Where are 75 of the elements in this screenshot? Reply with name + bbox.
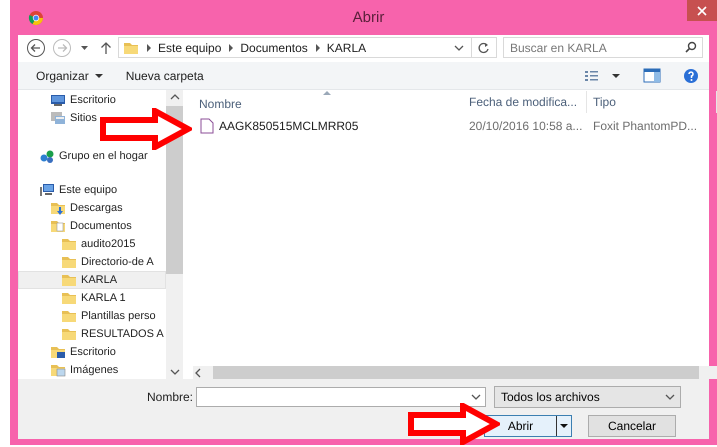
table-cell-text: 20/10/2016 10:58 a... [468, 119, 584, 133]
folder-icon [61, 236, 77, 252]
sidebar-item[interactable]: Documentos [18, 217, 133, 235]
scroll-down-icon [168, 367, 180, 377]
caret-icon [80, 46, 88, 50]
breadcrumb[interactable]: Este equipo [158, 40, 222, 54]
computer-icon [39, 182, 55, 198]
pictures-folder-icon [50, 362, 66, 378]
sidebar-item[interactable]: Grupo en el hogar [18, 147, 149, 165]
sidebar-item[interactable]: RESULTADOS A [18, 325, 165, 343]
breadcrumb[interactable]: Documentos [240, 40, 308, 54]
close-button[interactable] [687, 0, 717, 21]
close-icon [696, 4, 708, 16]
folder-icon [61, 308, 77, 324]
browser-logo-icon [28, 10, 44, 26]
preview-pane-icon [643, 68, 661, 83]
scroll-left-icon [193, 366, 203, 378]
back-button[interactable] [26, 38, 46, 58]
back-icon [26, 38, 46, 58]
table-cell-text: Foxit PhantomPD... [592, 119, 698, 133]
download-folder-icon [50, 200, 66, 216]
file-row[interactable]: AAGK850515MCLMRR05 [193, 118, 463, 134]
scroll-up-icon [168, 92, 180, 102]
search-icon [685, 41, 697, 53]
breadcrumb-arrow-icon [314, 42, 321, 52]
search-field[interactable]: Buscar en KARLA [503, 37, 703, 58]
caret-icon [559, 423, 569, 429]
column-header[interactable]: Fecha de modifica... [463, 91, 587, 113]
sidebar-item[interactable]: Descargas [18, 199, 124, 217]
folder-icon [61, 326, 77, 342]
refresh-icon [477, 40, 491, 54]
sidebar-item[interactable]: audito2015 [18, 235, 136, 253]
new-folder-button[interactable]: Nueva carpeta [126, 68, 204, 82]
column-header[interactable]: Nombre [193, 91, 463, 113]
file-name-field[interactable] [196, 387, 486, 407]
window-title: Abrir [352, 9, 384, 26]
horizontal-scrollbar[interactable] [193, 366, 717, 379]
preview-pane-button[interactable] [643, 68, 661, 83]
folder-icon [61, 254, 77, 270]
cancel-button[interactable]: Cancelar [588, 415, 676, 437]
monitor-icon [50, 92, 66, 108]
sidebar-item[interactable]: Plantillas perso [18, 307, 157, 325]
sidebar-item[interactable]: Escritorio [18, 91, 117, 109]
sidebar-item[interactable]: Sitios [18, 109, 98, 127]
breadcrumb[interactable]: KARLA [326, 40, 366, 54]
homegroup-icon [39, 148, 55, 164]
sidebar-item[interactable]: Este equipo [18, 181, 118, 199]
sidebar-item[interactable]: Directorio-de A [18, 253, 155, 271]
vertical-scrollbar[interactable] [166, 90, 183, 379]
field-label: Nombre: [146, 390, 193, 404]
caret-icon [611, 72, 621, 80]
breadcrumb-arrow-icon [227, 42, 234, 52]
documents-folder-icon [50, 218, 66, 234]
forward-icon [52, 38, 72, 58]
sidebar-item[interactable]: KARLA 1 [18, 289, 127, 307]
sidebar-item[interactable]: KARLA [18, 271, 166, 289]
organize-menu[interactable]: Organizar [36, 68, 104, 82]
pdf-file-icon [199, 118, 215, 134]
open-button[interactable]: Abrir [484, 415, 572, 437]
folder-icon [61, 272, 77, 288]
caret-icon [94, 72, 104, 80]
sidebar-item[interactable]: Imágenes [18, 361, 120, 379]
view-options-button[interactable] [584, 68, 621, 82]
file-type-dropdown[interactable]: Todos los archivos [494, 386, 681, 408]
sidebar-item[interactable]: Escritorio [18, 343, 117, 361]
sort-arrow-icon [323, 91, 331, 95]
help-icon [683, 68, 699, 84]
help-button[interactable] [683, 68, 699, 84]
column-header[interactable]: Tipo [587, 91, 717, 113]
breadcrumb-arrow-icon [145, 42, 152, 52]
folder-icon [61, 290, 77, 306]
desktop-folder-icon [50, 344, 66, 360]
address-bar[interactable]: Este equipo Documentos KARLA [118, 37, 497, 58]
list-view-icon [584, 68, 599, 82]
windows-icon [50, 110, 66, 126]
